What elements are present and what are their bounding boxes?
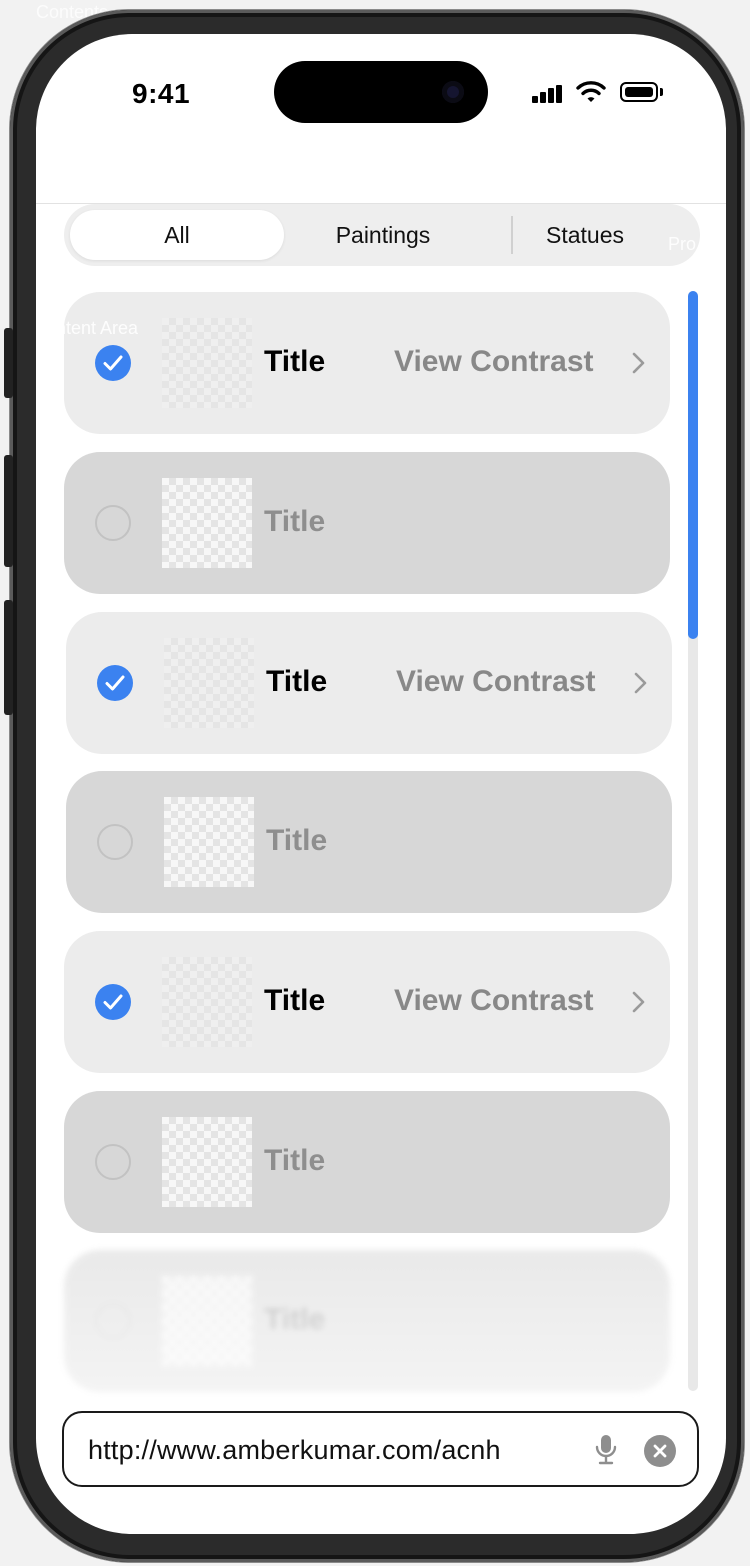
- chevron-right-icon: [632, 352, 645, 374]
- status-time: 9:41: [132, 78, 191, 109]
- chevron-right-icon: [634, 672, 647, 694]
- thumbnail-placeholder: [162, 478, 252, 568]
- checkbox-unchecked[interactable]: [97, 824, 133, 860]
- camera-icon: [442, 81, 464, 103]
- url-text[interactable]: http://www.amberkumar.com/acnh: [88, 1435, 501, 1466]
- thumbnail-placeholder: [164, 797, 254, 887]
- checkbox-checked[interactable]: [97, 665, 133, 701]
- list-item[interactable]: Title: [66, 771, 672, 913]
- list-item[interactable]: Title: [64, 1091, 670, 1233]
- segment-all[interactable]: All: [70, 210, 284, 260]
- chevron-right-icon: [632, 991, 645, 1013]
- segment-paintings[interactable]: Paintings: [284, 210, 482, 260]
- thumbnail-placeholder: [162, 1276, 252, 1366]
- checkbox-checked[interactable]: [95, 345, 131, 381]
- row-title: Title: [264, 505, 326, 538]
- checkbox-checked[interactable]: [95, 984, 131, 1020]
- list-item[interactable]: Title View Contrast ntent Area: [64, 292, 670, 434]
- view-contrast-link[interactable]: View Contrast: [396, 665, 596, 699]
- wifi-icon: [576, 81, 606, 102]
- action-button: [4, 328, 13, 398]
- view-contrast-link[interactable]: View Contrast: [394, 345, 594, 379]
- checkbox-unchecked[interactable]: [95, 505, 131, 541]
- screen: 9:41 All Paintings Statues Pro Title Vie…: [36, 34, 726, 1534]
- dynamic-island: [274, 61, 488, 123]
- content-area-overlay-label: ntent Area: [64, 318, 139, 338]
- thumbnail-placeholder: [162, 1117, 252, 1207]
- thumbnail-placeholder: [164, 638, 254, 728]
- row-title: Title: [266, 665, 328, 698]
- battery-icon: [620, 82, 664, 102]
- clear-icon[interactable]: [644, 1435, 676, 1467]
- checkmark-icon: [105, 675, 125, 691]
- row-title: Title: [264, 1144, 326, 1177]
- scrollbar-thumb[interactable]: [688, 291, 698, 639]
- row-title: Title: [266, 824, 328, 857]
- checkmark-icon: [103, 355, 123, 371]
- list-item[interactable]: Title: [64, 1250, 670, 1392]
- list-item[interactable]: Title View Contrast: [64, 931, 670, 1073]
- list-item[interactable]: Title: [64, 452, 670, 594]
- thumbnail-placeholder: [162, 318, 252, 408]
- checkbox-unchecked[interactable]: [95, 1303, 131, 1339]
- row-title: Title: [264, 345, 326, 378]
- segmented-control: All Paintings Statues: [64, 204, 700, 266]
- volume-down-button: [4, 600, 13, 715]
- microphone-icon[interactable]: [594, 1433, 618, 1467]
- signal-icon: [532, 85, 562, 103]
- url-bar[interactable]: http://www.amberkumar.com/acnh: [62, 1411, 699, 1487]
- volume-up-button: [4, 455, 13, 567]
- thumbnail-placeholder: [162, 957, 252, 1047]
- row-title: Title: [264, 1303, 326, 1336]
- list-item[interactable]: Title View Contrast: [66, 612, 672, 754]
- row-title: Title: [264, 984, 326, 1017]
- properties-overlay-label: Pro: [668, 234, 697, 254]
- checkbox-unchecked[interactable]: [95, 1144, 131, 1180]
- segment-statues[interactable]: Statues: [482, 210, 688, 260]
- view-contrast-link[interactable]: View Contrast: [394, 984, 594, 1018]
- checkmark-icon: [103, 994, 123, 1010]
